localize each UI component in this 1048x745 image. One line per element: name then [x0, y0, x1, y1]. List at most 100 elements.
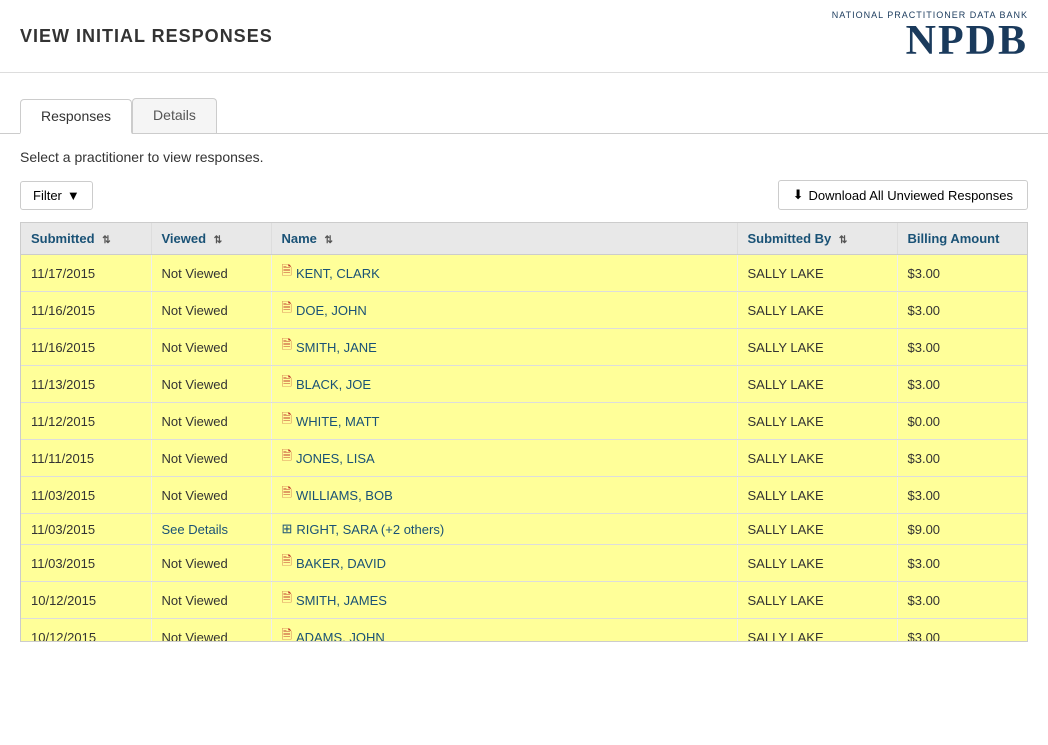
cell-billing: $3.00: [897, 619, 1027, 643]
tab-responses[interactable]: Responses: [20, 99, 132, 134]
logo-large-text: NPDB: [906, 18, 1028, 64]
practitioner-name-link[interactable]: 🗎 WHITE, MATT: [282, 410, 727, 432]
page-header: VIEW INITIAL RESPONSES NATIONAL PRACTITI…: [0, 0, 1048, 73]
cell-name: 🗎 JONES, LISA: [271, 440, 737, 477]
responses-table: Submitted ⇅ Viewed ⇅ Name ⇅ Submitted By…: [21, 223, 1027, 642]
cell-name: 🗎 KENT, CLARK: [271, 255, 737, 292]
cell-billing: $3.00: [897, 366, 1027, 403]
table-row: 11/12/2015Not Viewed🗎 WHITE, MATTSALLY L…: [21, 403, 1027, 440]
col-header-submitted[interactable]: Submitted ⇅: [21, 223, 151, 255]
cell-viewed: See Details: [151, 514, 271, 545]
toolbar: Filter ▼ ⬇ Download All Unviewed Respons…: [20, 180, 1028, 210]
npdb-logo: NATIONAL PRACTITIONER DATA BANK NPDB: [832, 10, 1028, 62]
table-row: 11/03/2015 See Details ⊞ RIGHT, SARA (+2 o…: [21, 514, 1027, 545]
table-body: 11/17/2015Not Viewed🗎 KENT, CLARKSALLY L…: [21, 255, 1027, 643]
practitioner-name-link[interactable]: 🗎 WILLIAMS, BOB: [282, 484, 727, 506]
table-row: 11/03/2015Not Viewed🗎 BAKER, DAVIDSALLY …: [21, 545, 1027, 582]
practitioner-name-link[interactable]: ⊞ RIGHT, SARA (+2 others): [282, 521, 727, 537]
cell-submitted-by: SALLY LAKE: [737, 292, 897, 329]
cell-submitted-by: SALLY LAKE: [737, 440, 897, 477]
sort-name-icon: ⇅: [325, 235, 333, 246]
col-header-submitted-by[interactable]: Submitted By ⇅: [737, 223, 897, 255]
sort-viewed-icon: ⇅: [214, 235, 222, 246]
cell-name: 🗎 ADAMS, JOHN: [271, 619, 737, 643]
cell-name: 🗎 SMITH, JANE: [271, 329, 737, 366]
practitioner-name-link[interactable]: 🗎 BAKER, DAVID: [282, 552, 727, 574]
cell-viewed: Not Viewed: [151, 582, 271, 619]
filter-label: Filter: [33, 188, 62, 203]
cell-billing: $3.00: [897, 545, 1027, 582]
cell-submitted: 11/17/2015: [21, 255, 151, 292]
viewed-see-details[interactable]: See Details: [162, 522, 228, 537]
cell-billing: $0.00: [897, 403, 1027, 440]
cell-submitted: 11/03/2015: [21, 514, 151, 545]
cell-submitted: 11/11/2015: [21, 440, 151, 477]
table-row: 11/13/2015Not Viewed🗎 BLACK, JOESALLY LA…: [21, 366, 1027, 403]
expand-icon: ⊞: [282, 521, 293, 537]
cell-viewed: Not Viewed: [151, 329, 271, 366]
practitioner-name-link[interactable]: 🗎 JONES, LISA: [282, 447, 727, 469]
col-viewed-label: Viewed: [162, 231, 207, 246]
tabs-container: Responses Details: [0, 83, 1048, 134]
doc-icon: 🗎: [282, 484, 292, 506]
cell-billing: $3.00: [897, 329, 1027, 366]
col-header-viewed[interactable]: Viewed ⇅: [151, 223, 271, 255]
col-submitted-by-label: Submitted By: [748, 231, 832, 246]
col-billing-label: Billing Amount: [908, 231, 1000, 246]
col-header-name[interactable]: Name ⇅: [271, 223, 737, 255]
cell-viewed: Not Viewed: [151, 403, 271, 440]
cell-viewed: Not Viewed: [151, 440, 271, 477]
download-label: Download All Unviewed Responses: [808, 188, 1013, 203]
col-submitted-label: Submitted: [31, 231, 95, 246]
download-button[interactable]: ⬇ Download All Unviewed Responses: [778, 180, 1028, 210]
cell-name: 🗎 BAKER, DAVID: [271, 545, 737, 582]
cell-viewed: Not Viewed: [151, 545, 271, 582]
cell-name: 🗎 WILLIAMS, BOB: [271, 477, 737, 514]
doc-icon: 🗎: [282, 552, 292, 574]
doc-icon: 🗎: [282, 626, 292, 642]
cell-submitted-by: SALLY LAKE: [737, 582, 897, 619]
practitioner-name-link[interactable]: 🗎 BLACK, JOE: [282, 373, 727, 395]
cell-name: ⊞ RIGHT, SARA (+2 others): [271, 514, 737, 545]
cell-viewed: Not Viewed: [151, 292, 271, 329]
cell-submitted: 10/12/2015: [21, 619, 151, 643]
cell-submitted-by: SALLY LAKE: [737, 477, 897, 514]
practitioner-name-link[interactable]: 🗎 KENT, CLARK: [282, 262, 727, 284]
instruction-text: Select a practitioner to view responses.: [20, 149, 1028, 165]
tabs: Responses Details: [20, 98, 1028, 133]
practitioner-name-link[interactable]: 🗎 ADAMS, JOHN: [282, 626, 727, 642]
table-row: 10/12/2015Not Viewed 🗎 SMITH, JAMES SALLY …: [21, 582, 1027, 619]
cell-name: 🗎 SMITH, JAMES: [271, 582, 737, 619]
cell-submitted: 11/16/2015: [21, 292, 151, 329]
cell-billing: $3.00: [897, 440, 1027, 477]
sort-submitted-icon: ⇅: [102, 235, 110, 246]
practitioner-name-link[interactable]: 🗎 SMITH, JAMES: [282, 589, 727, 611]
cell-billing: $9.00: [897, 514, 1027, 545]
cell-submitted-by: SALLY LAKE: [737, 329, 897, 366]
cell-submitted: 11/12/2015: [21, 403, 151, 440]
col-name-label: Name: [282, 231, 317, 246]
doc-icon: 🗎: [282, 589, 292, 611]
page-title: VIEW INITIAL RESPONSES: [20, 26, 273, 47]
table-row: 11/17/2015Not Viewed🗎 KENT, CLARKSALLY L…: [21, 255, 1027, 292]
doc-icon: 🗎: [282, 336, 292, 358]
responses-table-wrapper: Submitted ⇅ Viewed ⇅ Name ⇅ Submitted By…: [20, 222, 1028, 642]
cell-billing: $3.00: [897, 255, 1027, 292]
practitioner-name-link[interactable]: 🗎 DOE, JOHN: [282, 299, 727, 321]
doc-icon: 🗎: [282, 299, 292, 321]
doc-icon: 🗎: [282, 410, 292, 432]
cell-name: 🗎 WHITE, MATT: [271, 403, 737, 440]
cell-submitted: 10/12/2015: [21, 582, 151, 619]
practitioner-name-link[interactable]: 🗎 SMITH, JANE: [282, 336, 727, 358]
cell-viewed: Not Viewed: [151, 619, 271, 643]
cell-submitted: 11/03/2015: [21, 545, 151, 582]
doc-icon: 🗎: [282, 373, 292, 395]
tab-details[interactable]: Details: [132, 98, 217, 133]
table-row: 11/03/2015Not Viewed🗎 WILLIAMS, BOBSALLY…: [21, 477, 1027, 514]
cell-submitted-by: SALLY LAKE: [737, 255, 897, 292]
filter-button[interactable]: Filter ▼: [20, 181, 93, 210]
cell-submitted-by: SALLY LAKE: [737, 619, 897, 643]
doc-icon: 🗎: [282, 262, 292, 284]
cell-name: 🗎 BLACK, JOE: [271, 366, 737, 403]
main-content: Select a practitioner to view responses.…: [0, 134, 1048, 657]
